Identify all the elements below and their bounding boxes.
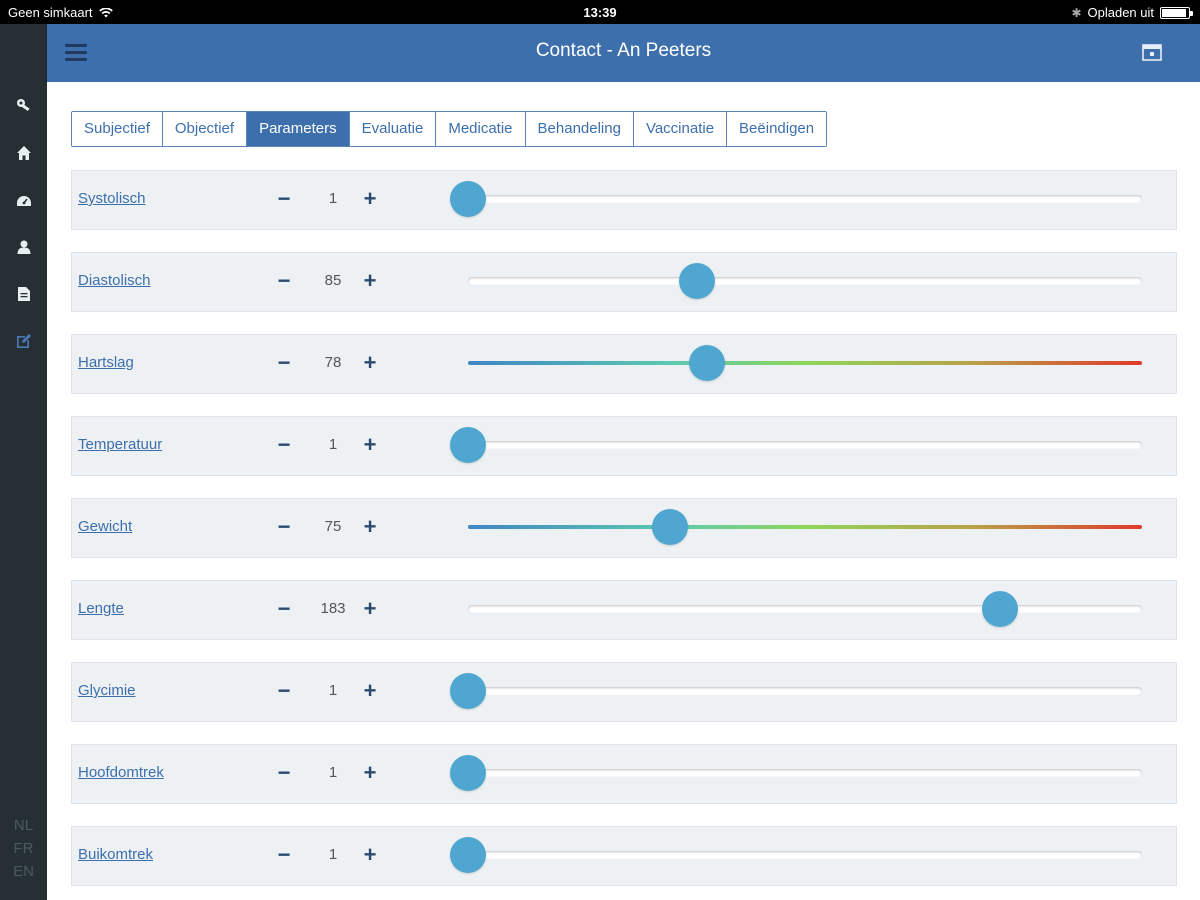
document-icon[interactable] [15,285,33,303]
parameter-slider[interactable] [468,591,1142,627]
increment-button[interactable]: + [358,348,382,378]
parameter-label[interactable]: Temperatuur [78,436,162,453]
parameter-slider[interactable] [450,181,1142,217]
decrement-button[interactable]: − [272,758,296,788]
home-icon[interactable] [15,144,33,162]
parameter-value: 85 [324,272,342,289]
decrement-button[interactable]: − [272,266,296,296]
increment-button[interactable]: + [358,430,382,460]
slider-thumb[interactable] [450,181,486,217]
slider-thumb[interactable] [679,263,716,299]
page-title: Contact - An Peeters [535,40,712,61]
parameter-value: 1 [328,190,338,207]
increment-button[interactable]: + [358,184,382,214]
decrement-button[interactable]: − [272,676,296,706]
decrement-button[interactable]: − [272,594,296,624]
decrement-button[interactable]: − [272,840,296,870]
parameter-slider[interactable] [450,755,1142,791]
tab-behandeling[interactable]: Behandeling [525,112,634,146]
slider-thumb[interactable] [982,591,1019,627]
parameter-label[interactable]: Systolisch [78,190,146,207]
parameter-row: Hoofdomtrek − 1 + [71,744,1177,804]
decrement-button[interactable]: − [272,348,296,378]
tab-evaluatie[interactable]: Evaluatie [349,112,437,146]
app-header: Contact - An Peeters [47,24,1200,82]
parameter-label[interactable]: Hartslag [78,354,134,371]
parameter-row: Buikomtrek − 1 + [71,826,1177,886]
user-icon[interactable] [15,238,33,256]
decrement-button[interactable]: − [272,184,296,214]
parameter-value: 1 [328,682,338,699]
calendar-icon[interactable] [1142,43,1162,61]
parameter-slider[interactable] [450,427,1142,463]
parameter-row: Hartslag − 78 + [71,334,1177,394]
slider-thumb[interactable] [450,837,486,873]
tab-objectief[interactable]: Objectief [162,112,248,146]
dashboard-icon[interactable] [15,192,33,210]
parameter-row: Lengte − 183 + [71,580,1177,640]
battery-icon [1160,6,1193,19]
language-en[interactable]: EN [0,863,47,880]
parameter-slider[interactable] [468,345,1142,381]
slider-thumb[interactable] [652,509,689,545]
parameter-value: 1 [328,436,338,453]
bluetooth-icon: ✱ [1071,5,1082,20]
parameter-row: Glycimie − 1 + [71,662,1177,722]
status-time: 13:39 [583,5,617,20]
parameter-label[interactable]: Diastolisch [78,272,151,289]
parameter-row: Systolisch − 1 + [71,170,1177,230]
tab-bar: Subjectief Objectief Parameters Evaluati… [71,111,828,147]
slider-thumb[interactable] [450,755,486,791]
language-nl[interactable]: NL [0,817,47,834]
decrement-button[interactable]: − [272,512,296,542]
increment-button[interactable]: + [358,676,382,706]
parameter-slider[interactable] [468,263,1142,299]
slider-thumb[interactable] [689,345,726,381]
parameter-value: 183 [320,600,346,617]
parameter-slider[interactable] [450,673,1142,709]
parameter-label[interactable]: Gewicht [78,518,132,535]
tab-vaccinatie[interactable]: Vaccinatie [633,112,728,146]
parameter-value: 1 [328,846,338,863]
parameter-row: Temperatuur − 1 + [71,416,1177,476]
increment-button[interactable]: + [358,594,382,624]
parameter-label[interactable]: Lengte [78,600,124,617]
increment-button[interactable]: + [358,840,382,870]
slider-thumb[interactable] [450,427,486,463]
increment-button[interactable]: + [358,512,382,542]
parameter-value: 75 [324,518,342,535]
key-icon[interactable] [15,96,33,114]
parameter-slider[interactable] [450,837,1142,873]
parameter-value: 78 [324,354,342,371]
decrement-button[interactable]: − [272,430,296,460]
slider-thumb[interactable] [450,673,486,709]
status-bar: Geen simkaart 13:39 ✱ Opladen uit [0,0,1200,24]
increment-button[interactable]: + [358,758,382,788]
parameter-slider[interactable] [468,509,1142,545]
parameter-row: Gewicht − 75 + [71,498,1177,558]
tab-beeindigen[interactable]: Beëindigen [727,112,827,146]
parameter-row: Diastolisch − 85 + [71,252,1177,312]
increment-button[interactable]: + [358,266,382,296]
main-content: Subjectief Objectief Parameters Evaluati… [47,82,1200,900]
parameter-label[interactable]: Glycimie [78,682,136,699]
parameter-value: 1 [328,764,338,781]
parameter-label[interactable]: Buikomtrek [78,846,153,863]
sidebar: NL FR EN [0,24,47,900]
language-fr[interactable]: FR [0,840,47,857]
edit-icon[interactable] [15,332,33,350]
parameter-label[interactable]: Hoofdomtrek [78,764,164,781]
tab-medicatie[interactable]: Medicatie [436,112,526,146]
charging-label: Opladen uit [1087,5,1155,20]
tab-subjectief[interactable]: Subjectief [72,112,163,146]
tab-parameters[interactable]: Parameters [247,112,350,146]
